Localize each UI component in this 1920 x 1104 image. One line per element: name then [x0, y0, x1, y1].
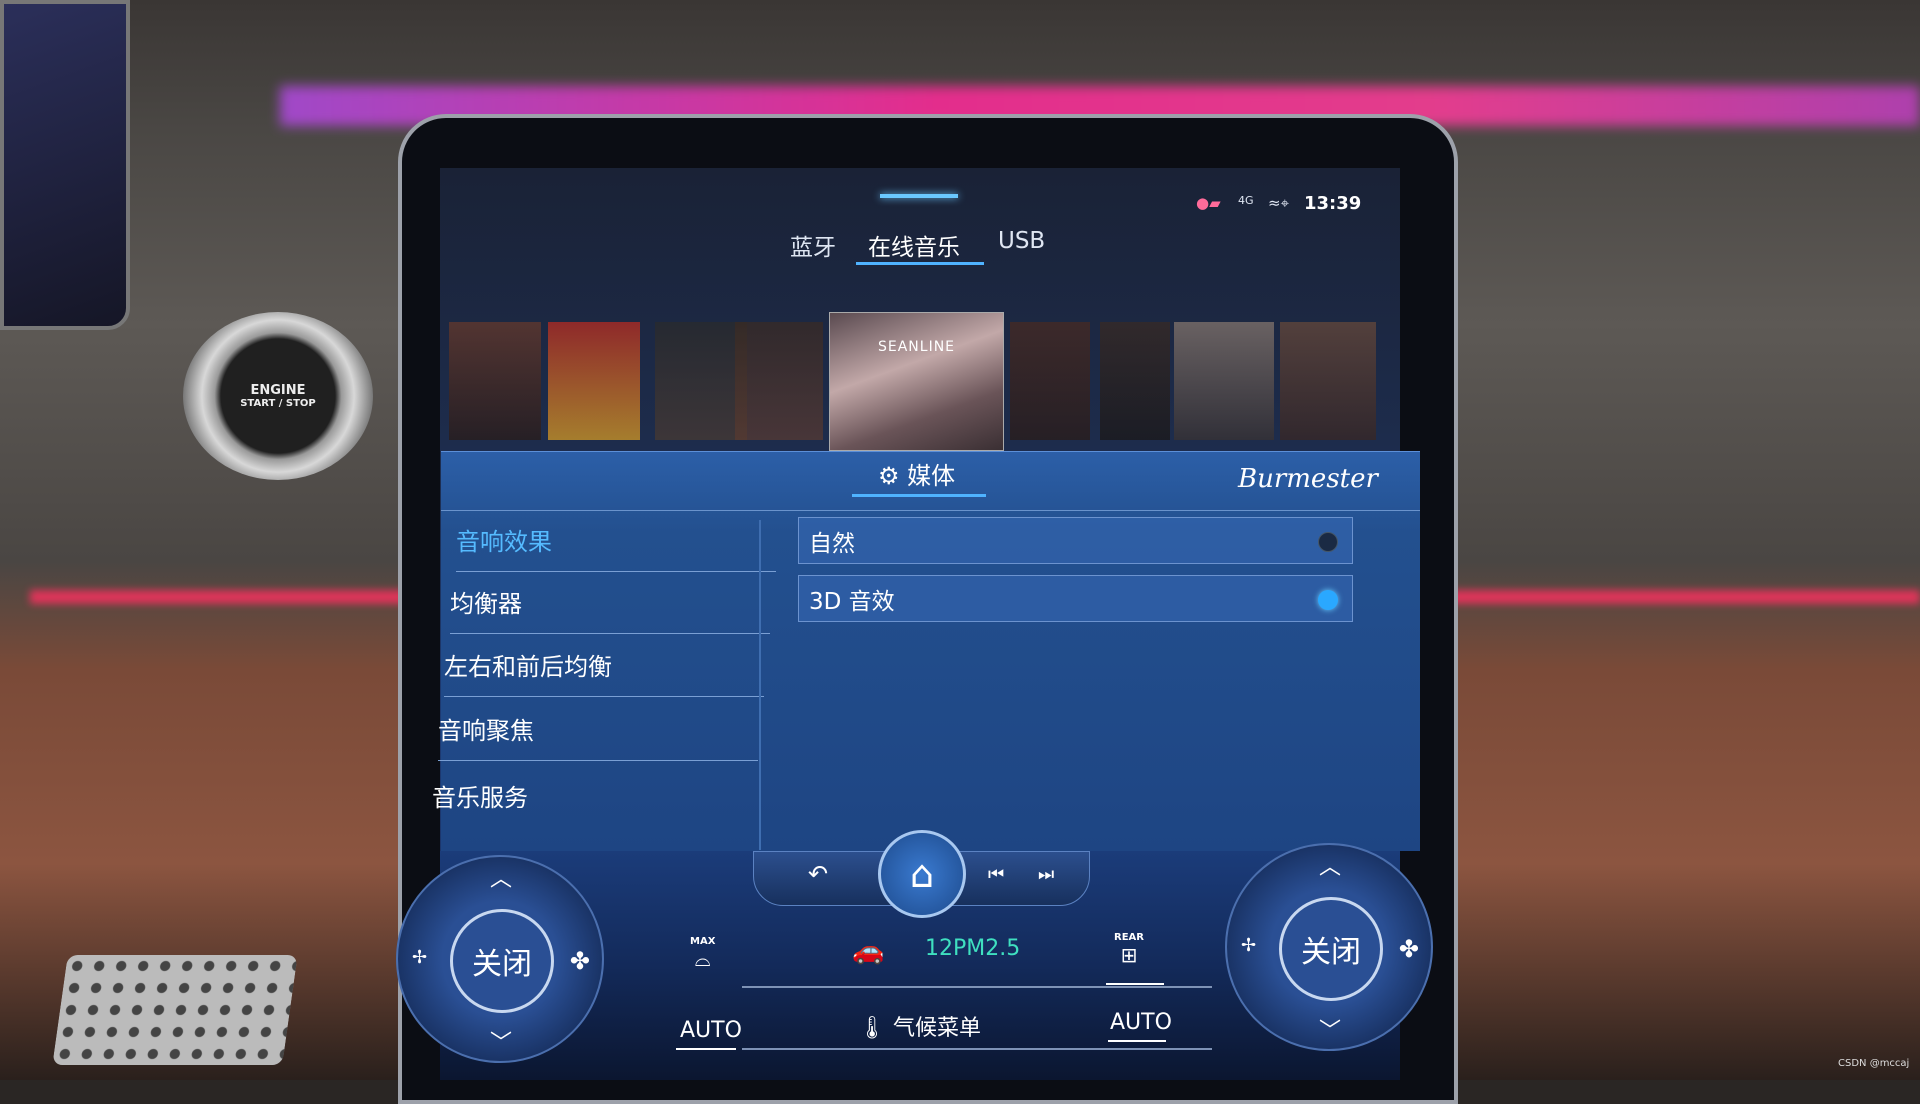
right-temp-button[interactable]: 关闭 [1279, 897, 1383, 1001]
option-label: 自然 [809, 531, 855, 557]
album-cover[interactable] [1280, 322, 1376, 440]
option-label: 3D 音效 [809, 589, 895, 615]
chevron-up-icon[interactable]: ︿ [490, 861, 512, 893]
active-indicator [1106, 983, 1164, 985]
column-divider [759, 520, 761, 850]
album-cover[interactable] [735, 322, 823, 440]
rear-defrost-icon: ⊞ [1120, 943, 1138, 967]
front-defrost-button[interactable]: MAX ⌓ [690, 936, 715, 971]
left-climate-dial[interactable]: ︿ ✢ 关闭 ✤ ﹀ [396, 855, 604, 1063]
album-cover[interactable] [1100, 322, 1170, 440]
active-tab-indicator [856, 262, 984, 265]
option-natural[interactable]: 自然 [798, 517, 1353, 564]
4g-icon: 4G [1238, 194, 1254, 207]
album-cover[interactable] [449, 322, 541, 440]
album-cover[interactable] [548, 322, 640, 440]
panel-title-indicator [852, 494, 986, 497]
wifi-location-icon: ≈⌖ [1268, 194, 1290, 212]
right-climate-dial[interactable]: ︿ ✢ 关闭 ✤ ﹀ [1225, 843, 1433, 1051]
start-stop-label: START / STOP [240, 398, 316, 409]
menu-item-sound-effect[interactable]: 音响效果 [456, 522, 776, 572]
pedal [52, 955, 298, 1065]
camera-icon: ●▰ [1196, 194, 1221, 212]
tab-online-music[interactable]: 在线音乐 [868, 228, 960, 262]
rear-defrost-button[interactable]: REAR ⊞ [1114, 932, 1144, 967]
home-icon: ⌂ [909, 852, 935, 896]
menu-item-balance-fader[interactable]: 左右和前后均衡 [444, 647, 764, 697]
skip-next-icon[interactable]: ⏭ [1038, 864, 1054, 885]
back-icon[interactable]: ↶ [808, 860, 828, 888]
right-auto-button[interactable]: AUTO [1110, 1010, 1172, 1035]
album-cover[interactable] [1174, 322, 1274, 440]
panel-title: ⚙ 媒体 [878, 456, 955, 491]
rear-label: REAR [1114, 932, 1144, 943]
radio-unselected[interactable] [1318, 532, 1338, 552]
engine-start-stop-button[interactable]: ENGINE START / STOP [183, 312, 373, 480]
album-cover-selected[interactable]: SEANLINE [829, 312, 1004, 451]
option-3d-sound[interactable]: 3D 音效 [798, 575, 1353, 622]
left-temp-button[interactable]: 关闭 [450, 909, 554, 1013]
active-indicator [1108, 1040, 1166, 1042]
divider [742, 1048, 1212, 1050]
menu-item-equalizer[interactable]: 均衡器 [450, 584, 770, 634]
menu-item-sound-focus[interactable]: 音响聚焦 [438, 711, 758, 761]
fan-high-icon[interactable]: ✤ [1399, 935, 1419, 963]
radio-selected[interactable] [1318, 590, 1338, 610]
album-cover[interactable] [1010, 322, 1090, 440]
skip-previous-icon[interactable]: ⏮ [988, 864, 1004, 885]
defrost-icon: ⌓ [694, 947, 711, 971]
clock: 13:39 [1304, 193, 1362, 214]
air-quality-value: 12PM2.5 [925, 936, 1021, 961]
divider [742, 986, 1212, 988]
divider [441, 510, 1420, 511]
tab-bluetooth[interactable]: 蓝牙 [790, 228, 836, 262]
fan-high-icon[interactable]: ✤ [570, 947, 590, 975]
active-indicator [676, 1048, 736, 1050]
fan-low-icon[interactable]: ✢ [412, 947, 427, 968]
chevron-down-icon[interactable]: ﹀ [490, 1025, 512, 1057]
chevron-down-icon[interactable]: ﹀ [1319, 1013, 1341, 1045]
chevron-up-icon[interactable]: ︿ [1319, 849, 1341, 881]
max-label: MAX [690, 936, 716, 947]
watermark: CSDN @mccaj [1838, 1058, 1910, 1069]
pull-down-handle[interactable] [880, 194, 958, 198]
fan-low-icon[interactable]: ✢ [1241, 935, 1256, 956]
album-cover[interactable] [655, 322, 747, 440]
home-button[interactable]: ⌂ [878, 830, 966, 918]
left-auto-button[interactable]: AUTO [680, 1018, 742, 1043]
engine-label: ENGINE [250, 383, 306, 398]
tab-usb[interactable]: USB [998, 228, 1045, 254]
menu-item-music-service[interactable]: 音乐服务 [432, 778, 752, 827]
panel-title-text: 媒体 [907, 462, 956, 490]
climate-menu-button[interactable]: 🌡 气候菜单 [858, 1010, 981, 1042]
burmester-logo: Burmester [1238, 464, 1378, 494]
air-quality-car-icon: 🚗 [852, 936, 885, 966]
climate-menu-label: 气候菜单 [892, 1016, 981, 1041]
driver-display [0, 0, 130, 330]
thermometer-icon: 🌡 [858, 1016, 886, 1041]
gear-icon: ⚙ [878, 462, 908, 490]
